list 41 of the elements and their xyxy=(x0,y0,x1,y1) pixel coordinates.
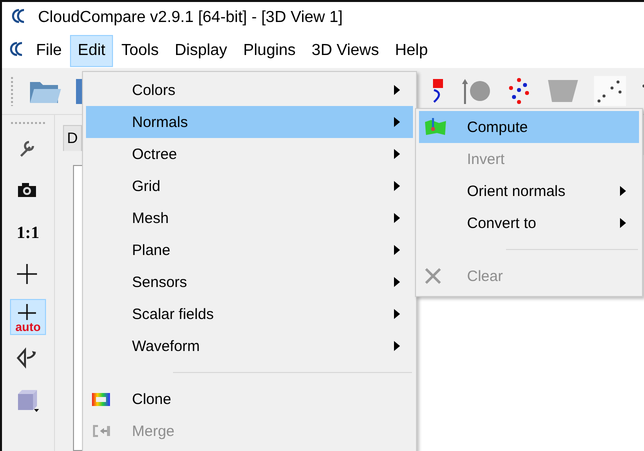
tool-button[interactable]: auto xyxy=(10,299,46,335)
caret-icon xyxy=(394,309,400,319)
menu-item[interactable]: Compute xyxy=(419,111,639,143)
cube-icon xyxy=(15,388,41,414)
menu-bar-item[interactable]: Plugins xyxy=(235,35,304,67)
menu-item[interactable]: Convert to xyxy=(419,207,639,239)
menu-item[interactable]: Orient normals xyxy=(419,175,639,207)
menu-bar-item[interactable]: Display xyxy=(166,35,236,67)
menu-item[interactable]: Normals xyxy=(86,106,413,138)
caret-icon xyxy=(394,341,400,351)
menu-item[interactable]: Plane xyxy=(86,234,413,266)
window-title: CloudCompare v2.9.1 [64-bit] - [3D View 1] xyxy=(38,9,343,27)
caret-icon xyxy=(394,245,400,255)
tool-button[interactable]: 1:1 xyxy=(10,215,46,251)
caret-icon xyxy=(394,85,400,95)
menu-bar-item[interactable]: Help xyxy=(386,35,436,67)
point-cloud-icon[interactable] xyxy=(506,76,532,106)
menu-item[interactable]: Waveform xyxy=(86,330,413,362)
points-icon[interactable] xyxy=(594,76,626,106)
caret-icon xyxy=(394,181,400,191)
caret-icon xyxy=(394,277,400,287)
cross-icon xyxy=(424,267,442,285)
menu-item[interactable]: Sensors xyxy=(86,266,413,298)
menu-bar-item[interactable]: Tools xyxy=(113,35,167,67)
menu-item[interactable]: Octree xyxy=(86,138,413,170)
menu-item[interactable]: Colors xyxy=(86,74,413,106)
menu-bar-item[interactable]: 3D Views xyxy=(304,35,387,67)
panel-tab[interactable]: D xyxy=(63,125,82,151)
menu-item[interactable]: Clone xyxy=(86,383,413,415)
caret-icon xyxy=(620,218,626,228)
merge-icon xyxy=(91,423,111,439)
menu-item[interactable]: Grid xyxy=(86,170,413,202)
menu-bar-item[interactable]: Edit xyxy=(70,35,114,67)
menu-item[interactable]: Scalar fields xyxy=(86,298,413,330)
caret-icon xyxy=(394,149,400,159)
caret-icon xyxy=(394,213,400,223)
caret-icon xyxy=(620,186,626,196)
caret-icon xyxy=(394,117,400,127)
surface-icon xyxy=(424,116,448,138)
menu-bar-item[interactable]: File xyxy=(28,35,70,67)
menu-item[interactable]: Mesh xyxy=(86,202,413,234)
